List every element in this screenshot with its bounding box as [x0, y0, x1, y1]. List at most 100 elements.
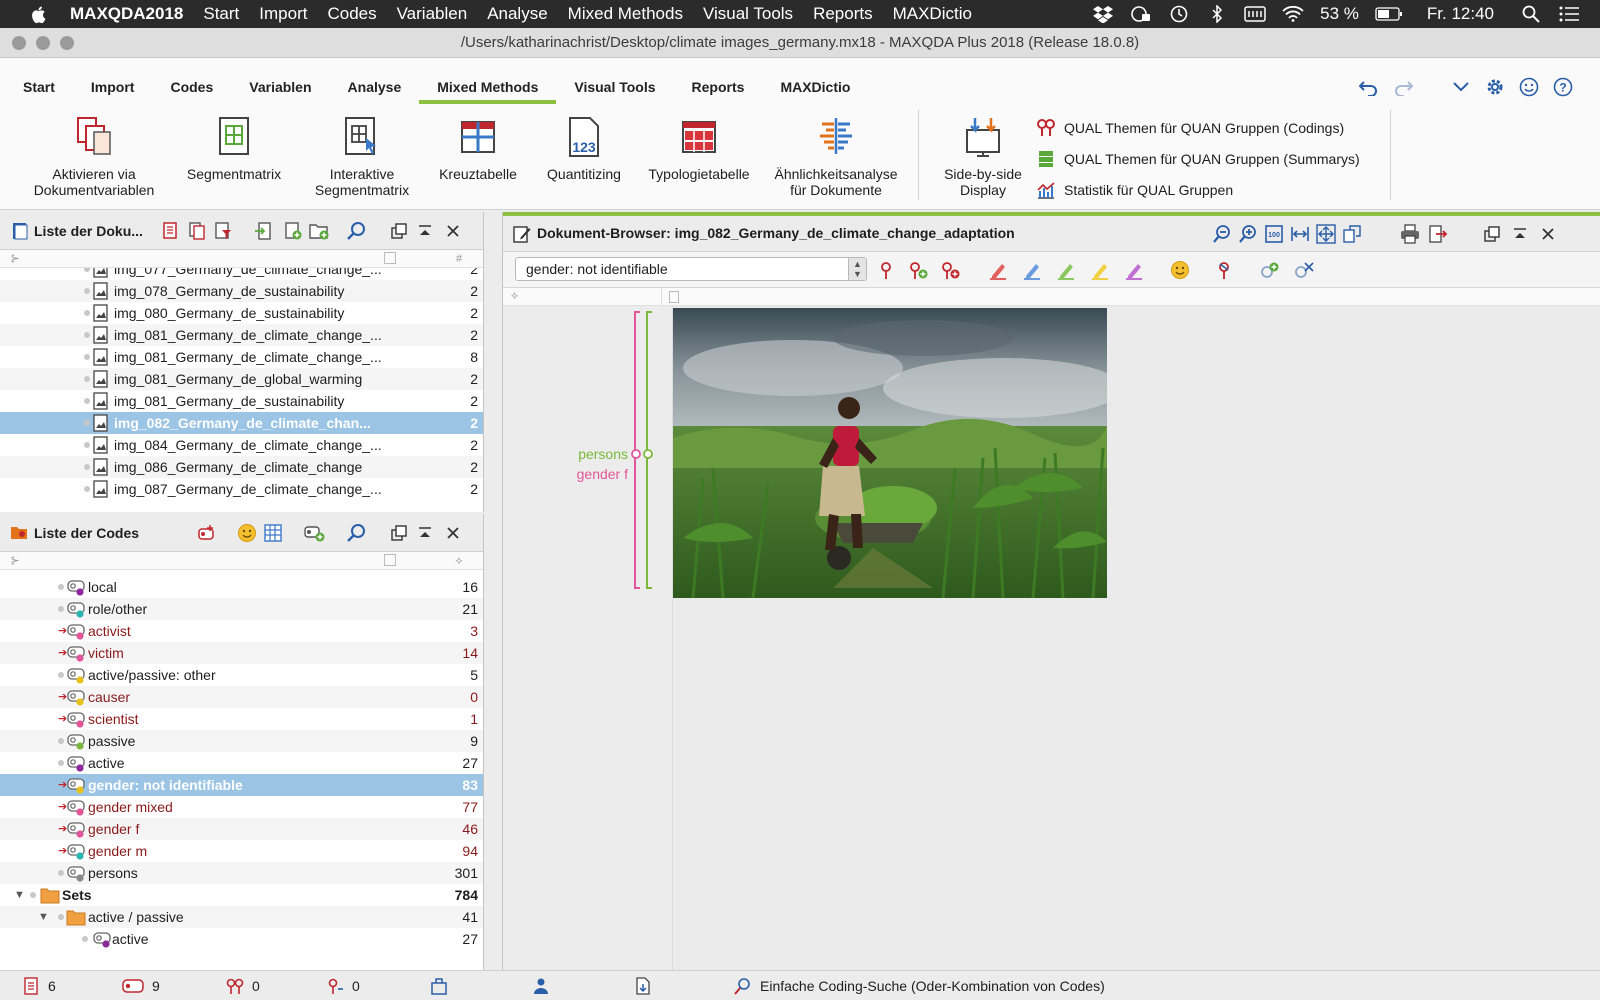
collapse-panel-icon[interactable] — [1509, 223, 1531, 245]
memo-column-icon[interactable] — [384, 252, 396, 264]
typology-table-button[interactable]: Typologietabelle — [640, 114, 758, 182]
coding-label-persons[interactable]: persons — [578, 446, 628, 462]
menu-visual-tools[interactable]: Visual Tools — [703, 4, 793, 24]
menu-app-name[interactable]: MAXQDA2018 — [70, 4, 183, 24]
menu-reports[interactable]: Reports — [813, 4, 873, 24]
menubar-clock[interactable]: Fr. 12:40 — [1427, 4, 1494, 24]
menu-analyse[interactable]: Analyse — [487, 4, 547, 24]
code-row[interactable]: role/other 21 — [0, 598, 483, 620]
quantitizing-button[interactable]: 123 Quantitizing — [534, 114, 634, 182]
apple-icon[interactable] — [26, 4, 50, 24]
similarity-analysis-button[interactable]: Ähnlichkeitsanalyse für Dokumente — [764, 114, 908, 198]
document-row[interactable]: img_086_Germany_de_climate_change 2 — [0, 456, 483, 478]
menu-codes[interactable]: Codes — [327, 4, 376, 24]
new-text-document-icon[interactable] — [282, 220, 304, 242]
code-with-quick-code-icon[interactable] — [875, 259, 897, 281]
document-row[interactable]: img_087_Germany_de_climate_change_... 2 — [0, 478, 483, 500]
bluetooth-icon[interactable] — [1206, 5, 1228, 23]
status-document-filter[interactable] — [634, 977, 660, 995]
highlight-blue-icon[interactable] — [1021, 259, 1043, 281]
collapse-panel-icon[interactable] — [414, 522, 436, 544]
menu-start[interactable]: Start — [203, 4, 239, 24]
crosstab-button[interactable]: Kreuztabelle — [430, 114, 526, 182]
document-row[interactable]: img_084_Germany_de_climate_change_... 2 — [0, 434, 483, 456]
search-icon[interactable] — [346, 522, 368, 544]
document-row[interactable]: img_081_Germany_de_climate_change_... 2 — [0, 324, 483, 346]
edit-mode-icon[interactable] — [1341, 223, 1363, 245]
search-icon[interactable] — [346, 220, 368, 242]
status-memos[interactable]: 0 — [226, 977, 260, 995]
smiley-icon[interactable] — [1512, 74, 1546, 100]
undock-window-icon[interactable] — [388, 522, 410, 544]
zoom-out-icon[interactable] — [1211, 223, 1233, 245]
code-row[interactable]: persons 301 — [0, 862, 483, 884]
tab-mixed-methods[interactable]: Mixed Methods — [419, 72, 557, 104]
status-search-mode[interactable]: Einfache Coding-Suche (Oder-Kombination … — [734, 977, 1105, 995]
add-code-set-icon[interactable] — [304, 522, 326, 544]
activate-via-variables-button[interactable]: Aktivieren via Dokumentvariablen — [26, 114, 162, 198]
tab-codes[interactable]: Codes — [152, 72, 231, 102]
tab-start[interactable]: Start — [0, 72, 73, 102]
document-row[interactable]: img_078_Germany_de_sustainability 2 — [0, 280, 483, 302]
close-icon[interactable] — [1537, 223, 1559, 245]
sets-row[interactable]: ▼ Sets 784 — [0, 884, 483, 906]
disclosure-triangle-icon[interactable]: ▼ — [38, 906, 49, 928]
actual-size-icon[interactable]: 100 — [1263, 223, 1285, 245]
code-row[interactable]: ➔ causer 0 — [0, 686, 483, 708]
document-row[interactable]: img_081_Germany_de_climate_change_... 8 — [0, 346, 483, 368]
segment-matrix-button[interactable]: Segmentmatrix — [172, 114, 296, 182]
fit-page-icon[interactable] — [1315, 223, 1337, 245]
wifi-icon[interactable] — [1282, 5, 1304, 23]
new-document-group-icon[interactable] — [308, 220, 330, 242]
highlight-green-icon[interactable] — [1055, 259, 1077, 281]
undock-window-icon[interactable] — [388, 220, 410, 242]
notification-center-icon[interactable] — [1558, 5, 1580, 23]
add-link-icon[interactable] — [1259, 259, 1281, 281]
filter-documents-icon[interactable] — [212, 220, 234, 242]
highlight-purple-icon[interactable] — [1123, 259, 1145, 281]
fit-width-icon[interactable] — [1289, 223, 1311, 245]
tab-variablen[interactable]: Variablen — [231, 72, 329, 102]
spotlight-search-icon[interactable] — [1520, 5, 1542, 23]
qual-themes-codings-button[interactable]: QUAL Themen für QUAN Gruppen (Codings) — [1036, 112, 1360, 143]
print-icon[interactable] — [1399, 223, 1421, 245]
status-variables[interactable]: 0 — [326, 977, 360, 995]
interactive-segment-matrix-button[interactable]: Interaktive Segmentmatrix — [304, 114, 420, 198]
code-matrix-icon[interactable] — [262, 522, 284, 544]
keyboard-input-icon[interactable] — [1244, 5, 1266, 23]
close-icon[interactable] — [442, 220, 464, 242]
quick-code-select[interactable]: gender: not identifiable ▲ ▼ — [515, 257, 867, 281]
status-user-filter[interactable] — [532, 977, 558, 995]
import-document-icon[interactable] — [252, 220, 274, 242]
set-code-row[interactable]: active 27 — [0, 928, 483, 950]
code-row[interactable]: ➔ gender mixed 77 — [0, 796, 483, 818]
emoticode-icon[interactable] — [1169, 259, 1191, 281]
code-row[interactable]: ➔ activist 3 — [0, 620, 483, 642]
time-machine-lock-icon[interactable] — [1130, 5, 1152, 23]
export-icon[interactable] — [1427, 223, 1449, 245]
document-row[interactable]: img_081_Germany_de_sustainability 2 — [0, 390, 483, 412]
statistics-qual-groups-button[interactable]: Statistik für QUAL Gruppen — [1036, 174, 1360, 205]
coding-label-gender-f[interactable]: gender f — [577, 466, 628, 482]
tab-maxdictio[interactable]: MAXDictio — [762, 72, 868, 102]
menu-variablen[interactable]: Variablen — [397, 4, 468, 24]
code-with-new-code-icon[interactable] — [907, 259, 929, 281]
code-row[interactable]: passive 9 — [0, 730, 483, 752]
tab-reports[interactable]: Reports — [674, 72, 763, 102]
highlight-yellow-icon[interactable] — [1089, 259, 1111, 281]
status-documents[interactable]: 6 — [22, 977, 56, 995]
help-icon[interactable]: ? — [1546, 74, 1580, 100]
select-stepper-icon[interactable]: ▲ ▼ — [848, 258, 866, 280]
code-row[interactable]: local 16 — [0, 576, 483, 598]
memo-column-icon[interactable] — [384, 554, 396, 566]
document-row[interactable]: img_077_Germany_de_climate_change_... 2 — [0, 268, 483, 280]
code-row[interactable]: ➔ scientist 1 — [0, 708, 483, 730]
frequency-column-icon[interactable]: ⟡ — [452, 554, 466, 568]
code-row[interactable]: active 27 — [0, 752, 483, 774]
code-row[interactable]: ➔ gender m 94 — [0, 840, 483, 862]
disclosure-triangle-icon[interactable]: ▼ — [14, 884, 25, 906]
dropbox-icon[interactable] — [1092, 5, 1114, 23]
menu-maxdictio[interactable]: MAXDictio — [893, 4, 972, 24]
side-by-side-display-button[interactable]: Side-by-side Display — [928, 114, 1038, 198]
document-row[interactable]: img_082_Germany_de_climate_chan... 2 — [0, 412, 483, 434]
